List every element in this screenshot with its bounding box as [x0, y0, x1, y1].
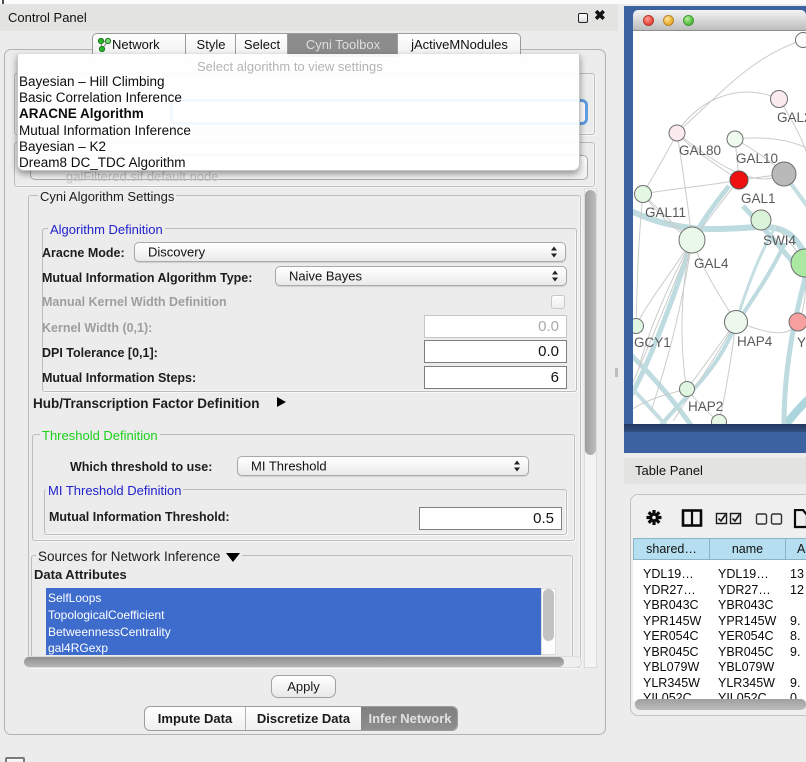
svg-text:GAL11: GAL11 — [645, 205, 686, 220]
svg-text:GAL10: GAL10 — [736, 151, 778, 166]
svg-text:GAL4: GAL4 — [694, 256, 729, 271]
svg-text:HAP4: HAP4 — [737, 334, 773, 349]
svg-text:SWI4: SWI4 — [763, 233, 796, 248]
svg-text:GAL1: GAL1 — [741, 191, 776, 206]
svg-text:HAP2: HAP2 — [688, 399, 723, 414]
svg-text:GAL80: GAL80 — [679, 143, 721, 158]
svg-text:GCY1: GCY1 — [634, 335, 671, 350]
svg-text:Y: Y — [797, 335, 806, 350]
svg-text:GAL2: GAL2 — [777, 110, 806, 125]
